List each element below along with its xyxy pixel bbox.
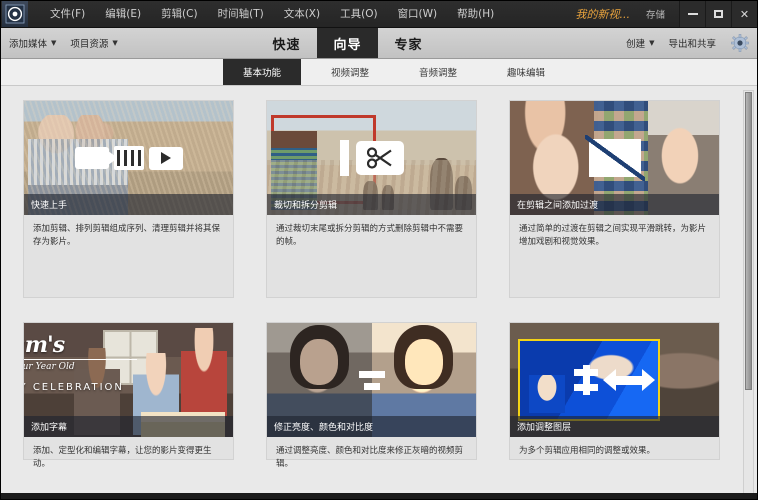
app-logo-icon <box>2 1 28 27</box>
maximize-icon <box>714 10 723 18</box>
card-description: 添加剪辑、排列剪辑组成序列、清理剪辑并将其保存为影片。 <box>24 215 233 259</box>
maximize-button[interactable] <box>705 1 731 27</box>
menu-item-file[interactable]: 文件(F) <box>40 5 95 24</box>
guided-edit-card-adjustment-layer[interactable]: 添加调整图层 为多个剪辑应用相同的调整或效果。 <box>509 322 720 460</box>
scissors-icon <box>356 141 404 175</box>
gear-icon <box>731 34 749 52</box>
card-caption: 添加字幕 <box>24 416 233 437</box>
main-toolbar: 添加媒体 ▼ 项目资源 ▼ 快速 向导 专家 创建 ▼ 导出和共享 <box>1 28 757 59</box>
card-caption: 快速上手 <box>24 194 233 215</box>
card-description: 通过简单的过渡在剪辑之间实现平滑跳转，为影片增加戏剧和视觉效果。 <box>510 215 719 259</box>
menu-item-timeline[interactable]: 时间轴(T) <box>208 5 274 24</box>
chevron-down-icon: ▼ <box>51 40 56 47</box>
guided-edit-card-trim-split[interactable]: 裁切和拆分剪辑 通过裁切末尾或拆分剪辑的方式删除剪辑中不需要的帧。 <box>266 100 477 298</box>
subtab-basics[interactable]: 基本功能 <box>223 59 301 85</box>
guided-subtabs: 基本功能 视频调整 音频调整 趣味编辑 <box>1 59 757 86</box>
menu-bar: 文件(F) 编辑(E) 剪辑(C) 时间轴(T) 文本(X) 工具(O) 窗口(… <box>40 5 504 24</box>
guided-edit-card-titles[interactable]: am's Four Year Old AY CELEBRATION 添加字幕 添… <box>23 322 234 460</box>
export-share-label: 导出和共享 <box>668 36 716 50</box>
card-thumbnail: 在剪辑之间添加过渡 <box>510 101 719 215</box>
film-strip-scissors-icon <box>114 146 144 170</box>
close-icon: ✕ <box>740 8 749 21</box>
menu-item-window[interactable]: 窗口(W) <box>388 5 448 24</box>
toolbar-left-group: 添加媒体 ▼ 项目资源 ▼ <box>9 36 118 50</box>
minimize-button[interactable] <box>679 1 705 27</box>
create-label: 创建 <box>626 36 645 50</box>
card-caption: 在剪辑之间添加过渡 <box>510 194 719 215</box>
card-caption: 修正亮度、颜色和对比度 <box>267 416 476 437</box>
spread-arrows-icon <box>603 369 655 391</box>
card-description: 为多个剪辑应用相同的调整或效果。 <box>510 437 719 468</box>
menu-item-text[interactable]: 文本(X) <box>274 5 330 24</box>
application-window: 文件(F) 编辑(E) 剪辑(C) 时间轴(T) 文本(X) 工具(O) 窗口(… <box>0 0 758 500</box>
window-controls: ✕ <box>679 1 757 27</box>
card-caption: 裁切和拆分剪辑 <box>267 194 476 215</box>
card-description: 通过裁切末尾或拆分剪辑的方式删除剪辑中不需要的帧。 <box>267 215 476 259</box>
title-bar: 文件(F) 编辑(E) 剪辑(C) 时间轴(T) 文本(X) 工具(O) 窗口(… <box>1 1 757 28</box>
add-media-label: 添加媒体 <box>9 36 47 50</box>
trim-bracket-left-icon <box>340 140 349 176</box>
card-thumbnail: 裁切和拆分剪辑 <box>267 101 476 215</box>
card-description: 添加、定型化和编辑字幕，让您的影片变得更生动。 <box>24 437 233 481</box>
card-description: 通过调整亮度、颜色和对比度来修正灰暗的视频剪辑。 <box>267 437 476 481</box>
subtab-fun-edits[interactable]: 趣味编辑 <box>487 59 565 85</box>
menu-item-clip[interactable]: 剪辑(C) <box>151 5 208 24</box>
transition-icon <box>589 139 641 177</box>
vertical-scrollbar[interactable] <box>743 90 754 495</box>
guided-edit-card-transitions[interactable]: 在剪辑之间添加过渡 通过简单的过渡在剪辑之间实现平滑跳转，为影片增加戏剧和视觉效… <box>509 100 720 298</box>
add-media-button[interactable]: 添加媒体 ▼ <box>9 36 56 50</box>
tab-guided[interactable]: 向导 <box>317 28 378 58</box>
settings-button[interactable] <box>730 34 749 53</box>
subtab-video-adjust[interactable]: 视频调整 <box>311 59 389 85</box>
menu-item-help[interactable]: 帮助(H) <box>447 5 504 24</box>
tab-quick[interactable]: 快速 <box>256 28 317 58</box>
bottom-edge <box>1 493 757 499</box>
tab-expert[interactable]: 专家 <box>378 28 439 58</box>
card-thumbnail: 快速上手 <box>24 101 233 215</box>
project-assets-label: 项目资源 <box>70 36 108 50</box>
card-caption: 添加调整图层 <box>510 416 719 437</box>
close-button[interactable]: ✕ <box>731 1 757 27</box>
chevron-down-icon: ▼ <box>649 40 654 47</box>
project-title: 我的新视... <box>575 6 630 22</box>
guided-edit-card-color-correct[interactable]: 修正亮度、颜色和对比度 通过调整亮度、颜色和对比度来修正灰暗的视频剪辑。 <box>266 322 477 460</box>
video-camera-icon <box>75 147 109 169</box>
mode-tabs: 快速 向导 专家 <box>256 28 439 58</box>
chevron-down-icon: ▼ <box>112 40 117 47</box>
project-assets-button[interactable]: 项目资源 ▼ <box>70 36 117 50</box>
title-bar-right: 我的新视... 存储 ✕ <box>575 1 757 27</box>
menu-item-edit[interactable]: 编辑(E) <box>95 5 151 24</box>
play-icon <box>149 147 183 170</box>
card-thumbnail: 修正亮度、颜色和对比度 <box>267 323 476 437</box>
menu-item-tools[interactable]: 工具(O) <box>330 5 387 24</box>
minimize-icon <box>688 13 698 15</box>
export-share-button[interactable]: 导出和共享 <box>668 36 716 50</box>
subtab-audio-adjust[interactable]: 音频调整 <box>399 59 477 85</box>
guided-edit-card-quick-start[interactable]: 快速上手 添加剪辑、排列剪辑组成序列、清理剪辑并将其保存为影片。 <box>23 100 234 298</box>
toolbar-right-group: 创建 ▼ 导出和共享 <box>626 34 749 53</box>
scrollbar-thumb[interactable] <box>745 92 752 390</box>
create-button[interactable]: 创建 ▼ <box>626 36 654 50</box>
save-button[interactable]: 存储 <box>646 7 665 21</box>
adjustment-layer-icon <box>574 367 598 393</box>
card-thumbnail: am's Four Year Old AY CELEBRATION 添加字幕 <box>24 323 233 437</box>
card-thumbnail: 添加调整图层 <box>510 323 719 437</box>
brightness-sliders-icon <box>359 371 385 390</box>
guided-edits-panel: 快速上手 添加剪辑、排列剪辑组成序列、清理剪辑并将其保存为影片。 <box>1 86 757 499</box>
guided-edits-grid: 快速上手 添加剪辑、排列剪辑组成序列、清理剪辑并将其保存为影片。 <box>1 86 757 460</box>
